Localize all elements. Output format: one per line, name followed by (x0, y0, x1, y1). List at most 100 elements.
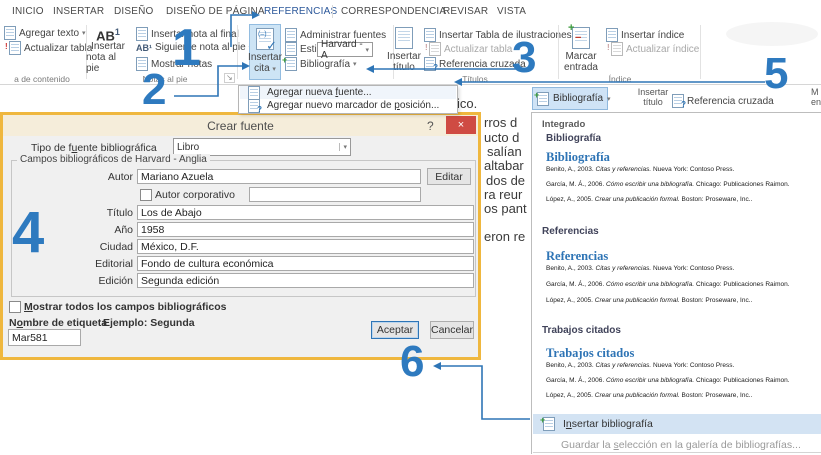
add-placeholder-label: Agregar nuevo marcador de posición... (267, 100, 439, 111)
style-select[interactable]: Harvard - A ▾ (317, 42, 373, 57)
bib-entry: Benito, A., 2003. Citas y referencias. N… (546, 265, 734, 272)
bibliography-dropdown-button[interactable]: Bibliografía ▾ (532, 87, 608, 110)
save-selection-label: Guardar la selección en la galería de bi… (561, 439, 801, 451)
corporate-author-field[interactable] (249, 187, 421, 202)
source-type-label: Tipo de fuente bibliográfica (31, 142, 157, 154)
author-field[interactable]: Mariano Azuela (137, 169, 421, 184)
tab-diseno[interactable]: DISEÑO (114, 0, 154, 22)
mark-entry-label1: Marcar (565, 51, 596, 62)
manage-sources-icon (285, 28, 297, 42)
corporate-author-label: Autor corporativo (155, 189, 235, 201)
bib-entry: López, A., 2005. Crear una publicación f… (546, 196, 752, 203)
bibliography-gallery-panel: Integrado Bibliografía Bibliografía Beni… (531, 112, 821, 454)
year-field[interactable]: 1958 (137, 222, 474, 237)
chevron-down-icon: ▾ (365, 46, 369, 54)
insert-bibliography-label: Insertar bibliografía (563, 418, 653, 430)
doc-fragment: dos de (486, 173, 525, 188)
table-figures-icon (424, 28, 436, 42)
footnote-ab1-icon: AB1 (96, 27, 120, 41)
cross-reference-small-button[interactable]: Referencia cruzada (672, 94, 774, 108)
cross-reference-small-label: Referencia cruzada (687, 96, 774, 107)
clipped-ribbon-fragment: Men (811, 87, 821, 107)
mark-entry-icon: +− (572, 27, 590, 49)
insert-caption-button[interactable]: Insertar título (388, 24, 420, 78)
edit-button[interactable]: Editar (427, 168, 471, 185)
tab-referencias[interactable]: REFERENCIAS (264, 0, 337, 22)
gallery-item-trabajos-citados[interactable]: Trabajos citados (542, 325, 621, 336)
update-index-disabled-button: Actualizar índice (606, 42, 699, 56)
tab-correspondencia[interactable]: CORRESPONDENCIA (341, 0, 446, 22)
tab-inicio[interactable]: INICIO (12, 0, 44, 22)
gallery-item-bibliografia[interactable]: Bibliografía (546, 133, 601, 144)
update-table-gray-label: Actualizar tabla (444, 44, 512, 55)
bibliography-button[interactable]: Bibliografía ▾ (285, 57, 357, 71)
table-figures-label: Insertar Tabla de ilustraciones (439, 30, 572, 41)
title-field[interactable]: Los de Abajo (137, 205, 474, 220)
dialog-titlebar[interactable]: Crear fuente ? × (3, 115, 478, 136)
tab-insertar[interactable]: INSERTAR (53, 0, 104, 22)
dialog-title: Crear fuente (3, 119, 478, 133)
menu-item-add-placeholder[interactable]: Agregar nuevo marcador de posición... (240, 99, 456, 112)
add-new-source-label: Agregar nueva fuente... (267, 87, 372, 98)
group-separator (237, 25, 238, 79)
publisher-field[interactable]: Fondo de cultura económica (137, 256, 474, 271)
preview-heading: Bibliografía (546, 150, 610, 165)
doc-fragment: rros d (484, 115, 517, 130)
tag-name-field[interactable]: Mar581 (8, 329, 81, 346)
tab-vista[interactable]: VISTA (497, 0, 526, 22)
cross-reference-icon (424, 57, 436, 71)
bib-entry: García, M. Á., 2006. Cómo escribir una b… (546, 281, 790, 288)
gallery-item-referencias[interactable]: Referencias (542, 226, 599, 237)
insert-index-button[interactable]: Insertar índice (606, 28, 684, 42)
publisher-label: Editorial (33, 258, 133, 270)
doc-fragment: os pant (484, 201, 527, 216)
update-table-gray-icon (429, 42, 441, 56)
edition-field[interactable]: Segunda edición (137, 273, 474, 288)
insert-table-figures-button[interactable]: Insertar Tabla de ilustraciones (424, 28, 572, 42)
group-label-index: Índice (565, 74, 675, 84)
bib-entry: García, M. Á., 2006. Cómo escribir una b… (546, 377, 790, 384)
update-index-gray-icon (611, 42, 623, 56)
close-icon[interactable]: × (446, 116, 476, 134)
add-text-button[interactable]: Agregar texto ▾ (4, 26, 86, 40)
menu-item-insert-bibliography[interactable]: Insertar bibliografía (533, 414, 821, 434)
update-table-button[interactable]: Actualizar tabla (4, 41, 92, 55)
group-separator (700, 25, 701, 79)
bib-entry: López, A., 2005. Crear una publicación f… (546, 392, 752, 399)
bib-entry: López, A., 2005. Crear una publicación f… (546, 297, 752, 304)
insert-citation-menu: Agregar nueva fuente... Agregar nuevo ma… (238, 85, 458, 114)
bib-entry: García, M. Á., 2006. Cómo escribir una b… (546, 181, 790, 188)
insert-caption-small[interactable]: Insertar título (636, 87, 670, 107)
title-label: Título (33, 207, 133, 219)
add-text-icon (4, 26, 16, 40)
show-all-fields-label: Mostrar todos los campos bibliográficos (24, 301, 226, 313)
annotation-number-6: 6 (400, 340, 424, 384)
chevron-down-icon: ▾ (339, 143, 347, 151)
city-field[interactable]: México, D.F. (137, 239, 474, 254)
fields-groupbox-label: Campos bibliográficos de Harvard - Angli… (17, 154, 210, 165)
city-label: Ciudad (33, 241, 133, 253)
insert-caption-small-label1: Insertar (638, 87, 669, 97)
chevron-down-icon: ▾ (607, 95, 611, 103)
year-label: Año (33, 224, 133, 236)
bibliography-icon (537, 92, 549, 106)
annotation-number-3: 3 (512, 36, 536, 80)
create-source-dialog: Crear fuente ? × Tipo de fuente bibliogr… (0, 112, 481, 360)
menu-item-add-new-source[interactable]: Agregar nueva fuente... (240, 86, 456, 99)
doc-fragment: ra reur (484, 187, 522, 202)
cancel-button[interactable]: Cancelar (430, 321, 474, 339)
corporate-author-checkbox[interactable] (140, 189, 152, 201)
cross-reference-button[interactable]: Referencia cruzada (424, 57, 526, 71)
doc-fragment: altabar (484, 158, 524, 173)
word-tutorial-screenshot: { "ribbon": { "tabs": [ {"label": "INICI… (0, 0, 821, 454)
show-all-fields-checkbox[interactable] (9, 301, 21, 313)
endnote-icon (136, 27, 148, 41)
tab-revisar[interactable]: REVISAR (443, 0, 488, 22)
footnotes-dialog-launcher-icon[interactable]: ↘ (224, 73, 235, 83)
preview-heading: Trabajos citados (546, 346, 634, 361)
help-icon[interactable]: ? (427, 119, 434, 133)
insert-citation-button[interactable]: (–)✓ Insertar cita ▾ (249, 24, 281, 80)
background-decoration (726, 22, 818, 46)
chevron-down-icon: ▾ (353, 60, 357, 68)
document-text-column: rros d ucto d salían altabar dos de ra r… (484, 112, 530, 262)
